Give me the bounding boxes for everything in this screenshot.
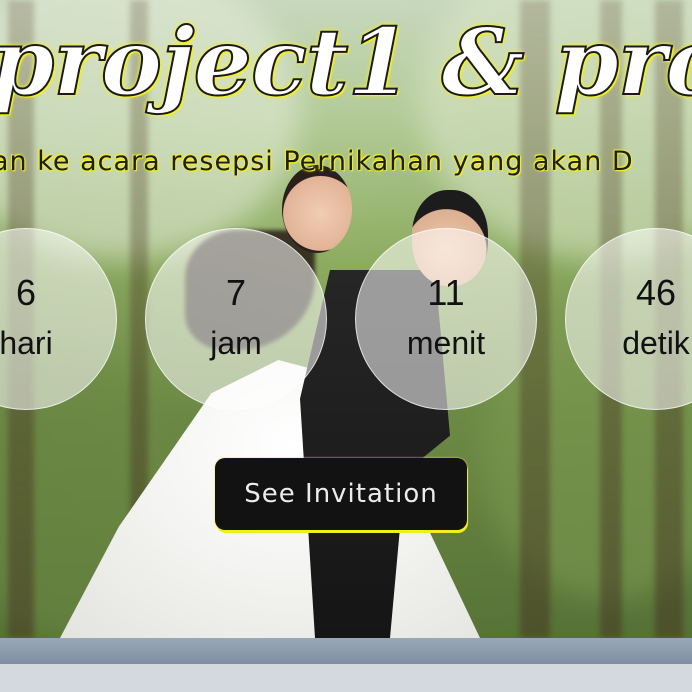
section-divider xyxy=(0,638,692,664)
countdown-seconds-value: 46 xyxy=(635,272,677,313)
couple-title: project1 & project2 xyxy=(0,7,692,117)
next-section xyxy=(0,664,692,692)
countdown-minutes: 11 menit xyxy=(355,228,537,410)
bride-head xyxy=(282,165,352,253)
see-invitation-button[interactable]: See Invitation xyxy=(215,458,467,530)
invitation-subtitle: an ke acara resepsi Pernikahan yang akan… xyxy=(0,146,634,177)
countdown-seconds-label: detik xyxy=(622,325,690,361)
countdown-hours-label: jam xyxy=(210,325,262,361)
countdown-days-value: 6 xyxy=(15,272,37,313)
countdown-minutes-value: 11 xyxy=(427,272,465,313)
countdown-minutes-label: menit xyxy=(406,325,486,361)
hero-section: project1 & project2 an ke acara resepsi … xyxy=(0,0,692,638)
countdown-hours-value: 7 xyxy=(225,272,247,313)
countdown-hours: 7 jam xyxy=(145,228,327,410)
countdown-days-label: hari xyxy=(0,325,53,361)
